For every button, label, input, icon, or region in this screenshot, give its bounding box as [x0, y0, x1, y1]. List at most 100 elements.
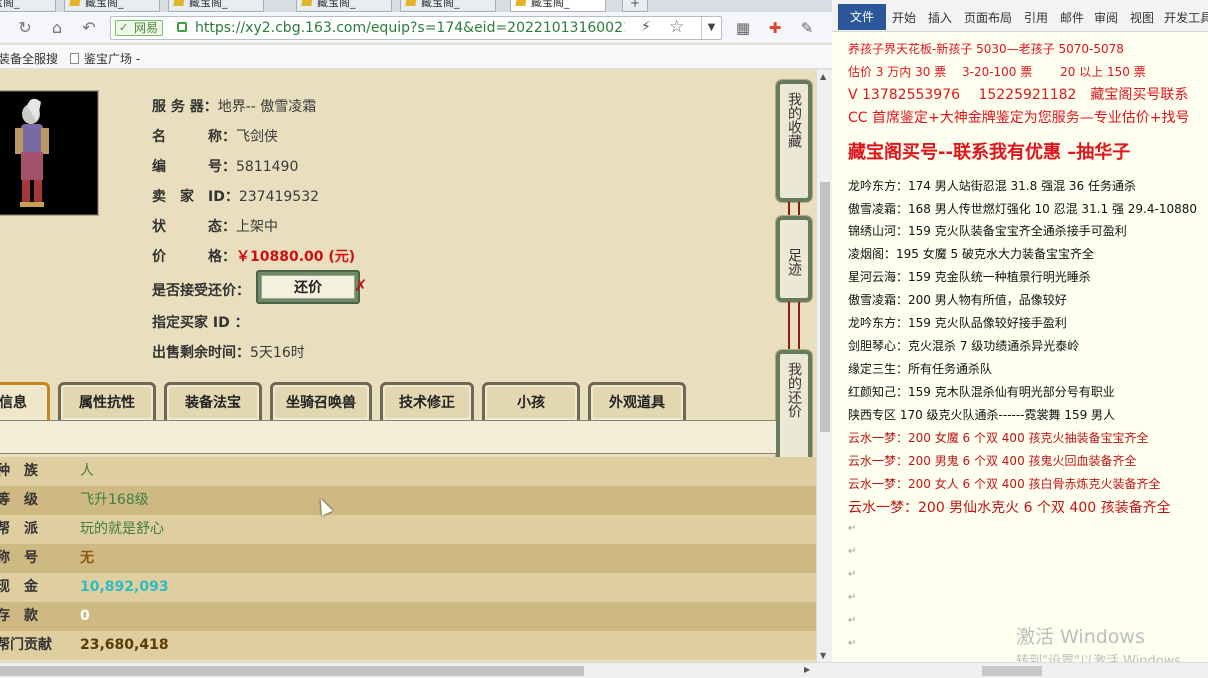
word-ribbon: 文件 开始 插入 页面布局 引用 邮件 审阅 视图 开发工具 [832, 0, 1208, 32]
tab-mounts-pets[interactable]: 坐骑召唤兽 [270, 382, 372, 420]
ribbon-developer-tab[interactable]: 开发工具 [1164, 9, 1208, 26]
ribbon-file-tab[interactable]: 文件 [838, 4, 886, 30]
word-window: 文件 开始 插入 页面布局 引用 邮件 审阅 视图 开发工具 养孩子界天花板-新… [832, 0, 1208, 678]
side-tab-connector [788, 302, 800, 350]
browser-tab[interactable]: 藏宝阁_ [64, 0, 160, 12]
scroll-thumb[interactable] [0, 666, 584, 676]
bookmark-item[interactable]: 装备全服搜 [0, 50, 58, 67]
attribute-row: 等 级飞升168级 [0, 486, 816, 515]
browser-tab-active[interactable]: 藏宝阁_ [510, 0, 606, 12]
undo-icon[interactable]: ↶ [78, 18, 100, 38]
cbg-favicon-icon [69, 0, 81, 6]
doc-line[interactable]: 估价 3 万内 30 票 3-20-100 票 20 以上 150 票 [848, 63, 1146, 80]
scroll-right-icon[interactable]: ▶ [804, 665, 810, 674]
page-content: 服 务 器：地界-- 傲雪凌霜 名 称：飞剑侠 编 号：5811490 卖 家 … [0, 70, 816, 662]
tab-equipment[interactable]: 装备法宝 [164, 382, 262, 420]
browser-toolbar: ↻ ⌂ ↶ 网易 https://xy2.cbg.163.com/equip?s… [0, 12, 832, 44]
bookmark-item[interactable]: 鉴宝广场 - [70, 50, 140, 67]
tab-children[interactable]: 小孩 [482, 382, 580, 420]
url-text[interactable]: https://xy2.cbg.163.com/equip?s=174&eid=… [195, 20, 625, 36]
ribbon-review-tab[interactable]: 审阅 [1094, 9, 1118, 26]
grid-icon[interactable]: ▦ [732, 18, 754, 38]
doc-line[interactable]: 星河云海：159 克金队统一种植景行明光睡杀 [848, 268, 1091, 285]
doc-line[interactable]: 傲雪凌霜：168 男人传世燃灯强化 10 忍混 31.1 强 29.4-1088… [848, 200, 1197, 217]
doc-line[interactable]: 红颜知己：159 克木队混杀仙有明光部分号有职业 [848, 383, 1115, 400]
doc-line[interactable]: 云水一梦：200 女魔 6 个双 400 孩克火抽装备宝宝齐全 [848, 429, 1149, 446]
tab-skills[interactable]: 技术修正 [380, 382, 474, 420]
remain-time-row: 出售剩余时间：5天16时 [152, 345, 305, 361]
cbg-favicon-icon [301, 0, 313, 6]
lightning-icon[interactable]: ⚡ [641, 19, 651, 35]
doc-line[interactable]: 锦绣山河：159 克火队装备宝宝齐全通杀接手可盈利 [848, 222, 1127, 239]
doc-line[interactable]: 傲雪凌霜：200 男人物有所值，品像较好 [848, 291, 1067, 308]
attribute-row: 种 族人 [0, 457, 816, 486]
favorites-side-tab[interactable]: 我的收藏 [775, 79, 813, 203]
ribbon-home-tab[interactable]: 开始 [892, 9, 916, 26]
doc-heading[interactable]: 藏宝阁买号--联系我有优惠 –抽华子 [848, 138, 1130, 164]
attribute-row: 称 号无 [0, 544, 816, 573]
buyer-row: 指定买家 ID ： [152, 315, 249, 331]
tab-appearance[interactable]: 外观道具 [588, 382, 686, 420]
document-icon [70, 53, 79, 64]
character-figure-icon [15, 98, 49, 207]
cbg-favicon-icon [515, 0, 527, 6]
ribbon-insert-tab[interactable]: 插入 [928, 9, 952, 26]
gamepad-icon[interactable]: ✚ [764, 18, 786, 38]
browser-window: 藏宝阁_ 藏宝阁_ 藏宝阁_ 藏宝阁_ 藏宝阁_ 藏宝阁_ + ↻ ⌂ ↶ 网易… [0, 0, 832, 678]
doc-line[interactable]: 陕西专区 170 级克火队通杀------霓裳舞 159 男人 [848, 406, 1115, 423]
home-icon[interactable]: ⌂ [46, 18, 68, 38]
ribbon-view-tab[interactable]: 视图 [1130, 9, 1154, 26]
address-bar[interactable]: 网易 https://xy2.cbg.163.com/equip?s=174&e… [110, 16, 722, 40]
vertical-scrollbar[interactable]: ▲ ▼ [816, 70, 832, 662]
status-row: 状 态：上架中 [152, 219, 278, 235]
cbg-favicon-icon [405, 0, 417, 6]
doc-line[interactable]: CC 首席鉴定+大神金牌鉴定为您服务—专业估价+找号 [848, 107, 1189, 127]
doc-line[interactable]: 凌烟阁：195 女魔 5 破克水大力装备宝宝齐全 [848, 245, 1094, 262]
refresh-icon[interactable]: ↻ [14, 18, 36, 38]
counter-offer-button[interactable]: 还价 [256, 270, 360, 304]
doc-line[interactable]: 云水一梦：200 男鬼 6 个双 400 孩鬼火回血装备齐全 [848, 452, 1137, 469]
tab-info[interactable]: 信息 [0, 382, 50, 420]
bookmarks-bar: 装备全服搜 鉴宝广场 - [0, 45, 832, 69]
doc-line[interactable]: 云水一梦：200 男仙水克火 6 个双 400 孩装备齐全 [848, 497, 1171, 517]
close-icon[interactable]: ✗ [354, 276, 367, 295]
scroll-up-icon[interactable]: ▲ [820, 72, 826, 81]
price-row: 价 格：￥10880.00 (元) [152, 249, 356, 265]
footprint-side-tab[interactable]: 足迹 [775, 215, 813, 303]
attribute-row: 存 款0 [0, 602, 816, 631]
paragraph-mark-icon: ↵ [848, 615, 857, 626]
certificate-badge[interactable]: 网易 [115, 20, 164, 36]
scroll-thumb[interactable] [820, 182, 830, 432]
browser-tab[interactable]: 藏宝阁_ [296, 0, 392, 12]
my-counter-offers-side-tab[interactable]: 我的还价 [775, 349, 813, 471]
ribbon-references-tab[interactable]: 引用 [1024, 9, 1048, 26]
counter-offer-row: 是否接受还价： [152, 283, 250, 299]
star-icon[interactable]: ☆ [669, 17, 684, 37]
doc-line[interactable]: 缘定三生：所有任务通杀队 [848, 360, 992, 377]
doc-line[interactable]: 龙吟东方：159 克火队品像较好接手盈利 [848, 314, 1067, 331]
ribbon-layout-tab[interactable]: 页面布局 [964, 9, 1012, 26]
ribbon-mailings-tab[interactable]: 邮件 [1060, 9, 1084, 26]
scroll-down-icon[interactable]: ▼ [820, 651, 826, 660]
horizontal-scrollbar[interactable]: ▶ [0, 662, 832, 678]
activation-watermark-title: 激活 Windows [1016, 626, 1145, 648]
word-horizontal-scrollbar[interactable] [832, 662, 1208, 678]
doc-line[interactable]: 龙吟东方：174 男人站街忍混 31.8 强混 36 任务通杀 [848, 177, 1136, 194]
doc-line[interactable]: 剑胆琴心：克火混杀 7 级功绩通杀异光泰岭 [848, 337, 1079, 354]
server-row: 服 务 器：地界-- 傲雪凌霜 [152, 99, 317, 115]
new-tab-button[interactable]: + [622, 0, 648, 12]
tab-attributes[interactable]: 属性抗性 [58, 382, 156, 420]
scroll-thumb[interactable] [982, 666, 1042, 676]
doc-line[interactable]: 养孩子界天花板-新孩子 5030—老孩子 5070-5078 [848, 40, 1124, 57]
browser-tab[interactable]: 藏宝阁_ [0, 0, 56, 12]
browser-tab[interactable]: 藏宝阁_ [400, 0, 496, 12]
doc-line[interactable]: V 13782553976 15225921182 藏宝阁买号联系 [848, 84, 1188, 104]
doc-line[interactable]: 云水一梦：200 女人 6 个双 400 孩白骨赤炼克火装备齐全 [848, 475, 1161, 492]
attribute-row: 现 金 10,892,093 [0, 573, 816, 602]
chevron-down-icon[interactable]: ▼ [701, 17, 721, 39]
seller-row: 卖 家 ID：237419532 [152, 189, 320, 205]
tab-bar: 藏宝阁_ 藏宝阁_ 藏宝阁_ 藏宝阁_ 藏宝阁_ 藏宝阁_ + [0, 0, 832, 12]
wrench-icon[interactable]: ✎ [796, 18, 818, 38]
page-tabs: 信息 属性抗性 装备法宝 坐骑召唤兽 技术修正 小孩 外观道具 [0, 382, 776, 420]
browser-tab[interactable]: 藏宝阁_ [168, 0, 264, 12]
